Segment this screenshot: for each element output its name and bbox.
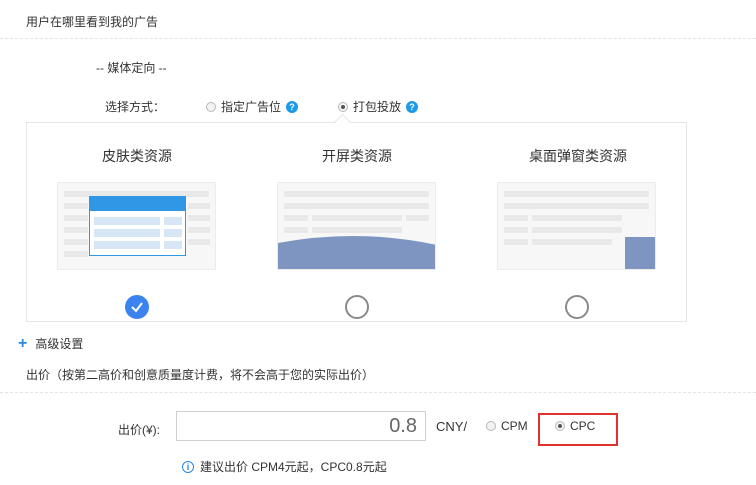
- help-icon[interactable]: ?: [286, 100, 299, 113]
- popup-thumbnail[interactable]: [497, 182, 656, 270]
- plus-icon: +: [18, 334, 28, 352]
- radio-icon[interactable]: [206, 101, 216, 112]
- option-package-label: 打包投放: [353, 100, 402, 114]
- card-title-popup: 桌面弹窗类资源: [529, 148, 627, 164]
- card-popup-radio[interactable]: [565, 295, 589, 319]
- skin-thumbnail[interactable]: [57, 182, 216, 270]
- splash-overlay-shape: [278, 235, 435, 269]
- bid-tip: i 建议出价 CPM4元起，CPC0.8元起: [182, 458, 387, 475]
- card-title-splash: 开屏类资源: [322, 148, 392, 164]
- choose-method-label: 选择方式：: [105, 100, 166, 114]
- bid-field-label: 出价(¥):: [118, 423, 161, 437]
- card-splash-radio[interactable]: [345, 295, 369, 319]
- advanced-settings-label: 高级设置: [35, 337, 84, 351]
- divider: [0, 392, 756, 393]
- advanced-settings-toggle[interactable]: + 高级设置: [18, 335, 83, 352]
- media-targeting-label: -- 媒体定向 --: [96, 61, 167, 75]
- currency-unit: CNY/: [436, 419, 468, 434]
- card-title-skin: 皮肤类资源: [102, 148, 172, 164]
- bid-section-title: 出价（按第二高价和创意质量度计费，将不会高于您的实际出价）: [26, 368, 375, 382]
- info-icon: i: [182, 460, 194, 473]
- bid-tip-text: 建议出价 CPM4元起，CPC0.8元起: [200, 460, 387, 474]
- card-skin-checked[interactable]: [125, 295, 149, 319]
- splash-thumbnail[interactable]: [277, 182, 436, 270]
- check-icon: [131, 302, 143, 313]
- cpc-highlight-box: [538, 413, 618, 446]
- pricing-option-cpm[interactable]: CPM: [486, 419, 528, 433]
- option-specify-slot[interactable]: 指定广告位 ?: [206, 98, 299, 115]
- help-icon[interactable]: ?: [406, 100, 419, 113]
- divider: [0, 38, 756, 39]
- pricing-option-cpm-label: CPM: [501, 419, 528, 433]
- bid-input[interactable]: [176, 411, 426, 441]
- radio-icon[interactable]: [486, 421, 496, 431]
- option-specify-slot-label: 指定广告位: [221, 100, 282, 114]
- option-package[interactable]: 打包投放 ?: [338, 98, 419, 115]
- section-title: 用户在哪里看到我的广告: [26, 15, 159, 29]
- radio-checked-icon[interactable]: [338, 101, 348, 112]
